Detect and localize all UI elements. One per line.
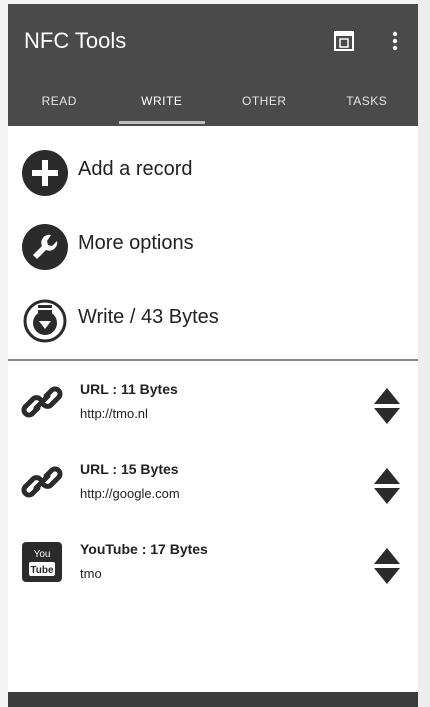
divider xyxy=(8,359,418,361)
action-menu: Add a record More options Write / 43 Byt… xyxy=(8,144,418,366)
record-value: http://tmo.nl xyxy=(80,406,148,421)
more-options-button[interactable]: More options xyxy=(8,218,418,292)
app-window: NFC Tools READ WRITE OTHER TASKS Add a r… xyxy=(8,4,418,707)
tab-tasks[interactable]: TASKS xyxy=(316,88,419,126)
reorder-handle-icon[interactable] xyxy=(372,466,402,506)
svg-text:Tube: Tube xyxy=(30,565,54,576)
record-value: http://google.com xyxy=(80,486,180,501)
add-record-label: Add a record xyxy=(78,158,193,180)
reorder-handle-icon[interactable] xyxy=(372,386,402,426)
write-button[interactable]: Write / 43 Bytes xyxy=(8,292,418,366)
app-bar: NFC Tools READ WRITE OTHER TASKS xyxy=(8,4,418,126)
reorder-handle-icon[interactable] xyxy=(372,546,402,586)
download-circle-icon xyxy=(23,299,67,343)
more-vert-icon[interactable] xyxy=(390,30,400,52)
link-icon xyxy=(21,466,63,498)
list-item[interactable]: URL : 15 Bytes http://google.com xyxy=(8,452,418,532)
more-options-label: More options xyxy=(78,232,194,254)
navigation-bar xyxy=(8,692,418,707)
screen-edge xyxy=(418,0,430,707)
add-circle-icon xyxy=(22,150,68,196)
record-title: URL : 11 Bytes xyxy=(80,381,178,397)
record-value: tmo xyxy=(80,566,102,581)
link-icon xyxy=(21,386,63,418)
calendar-icon[interactable] xyxy=(333,30,355,52)
wrench-icon xyxy=(22,224,68,270)
record-title: YouTube : 17 Bytes xyxy=(80,541,208,557)
tab-other[interactable]: OTHER xyxy=(213,88,316,126)
list-item[interactable]: You Tube YouTube : 17 Bytes tmo xyxy=(8,532,418,612)
list-item[interactable]: URL : 11 Bytes http://tmo.nl xyxy=(8,372,418,452)
tab-bar: READ WRITE OTHER TASKS xyxy=(8,88,418,126)
youtube-icon: You Tube xyxy=(22,542,62,582)
svg-text:You: You xyxy=(34,549,51,560)
add-record-button[interactable]: Add a record xyxy=(8,144,418,218)
record-list: URL : 11 Bytes http://tmo.nl URL : 15 By… xyxy=(8,372,418,612)
write-label: Write / 43 Bytes xyxy=(78,306,219,328)
tab-read[interactable]: READ xyxy=(8,88,111,126)
record-title: URL : 15 Bytes xyxy=(80,461,179,477)
tab-write[interactable]: WRITE xyxy=(111,88,214,126)
app-title: NFC Tools xyxy=(24,28,127,53)
